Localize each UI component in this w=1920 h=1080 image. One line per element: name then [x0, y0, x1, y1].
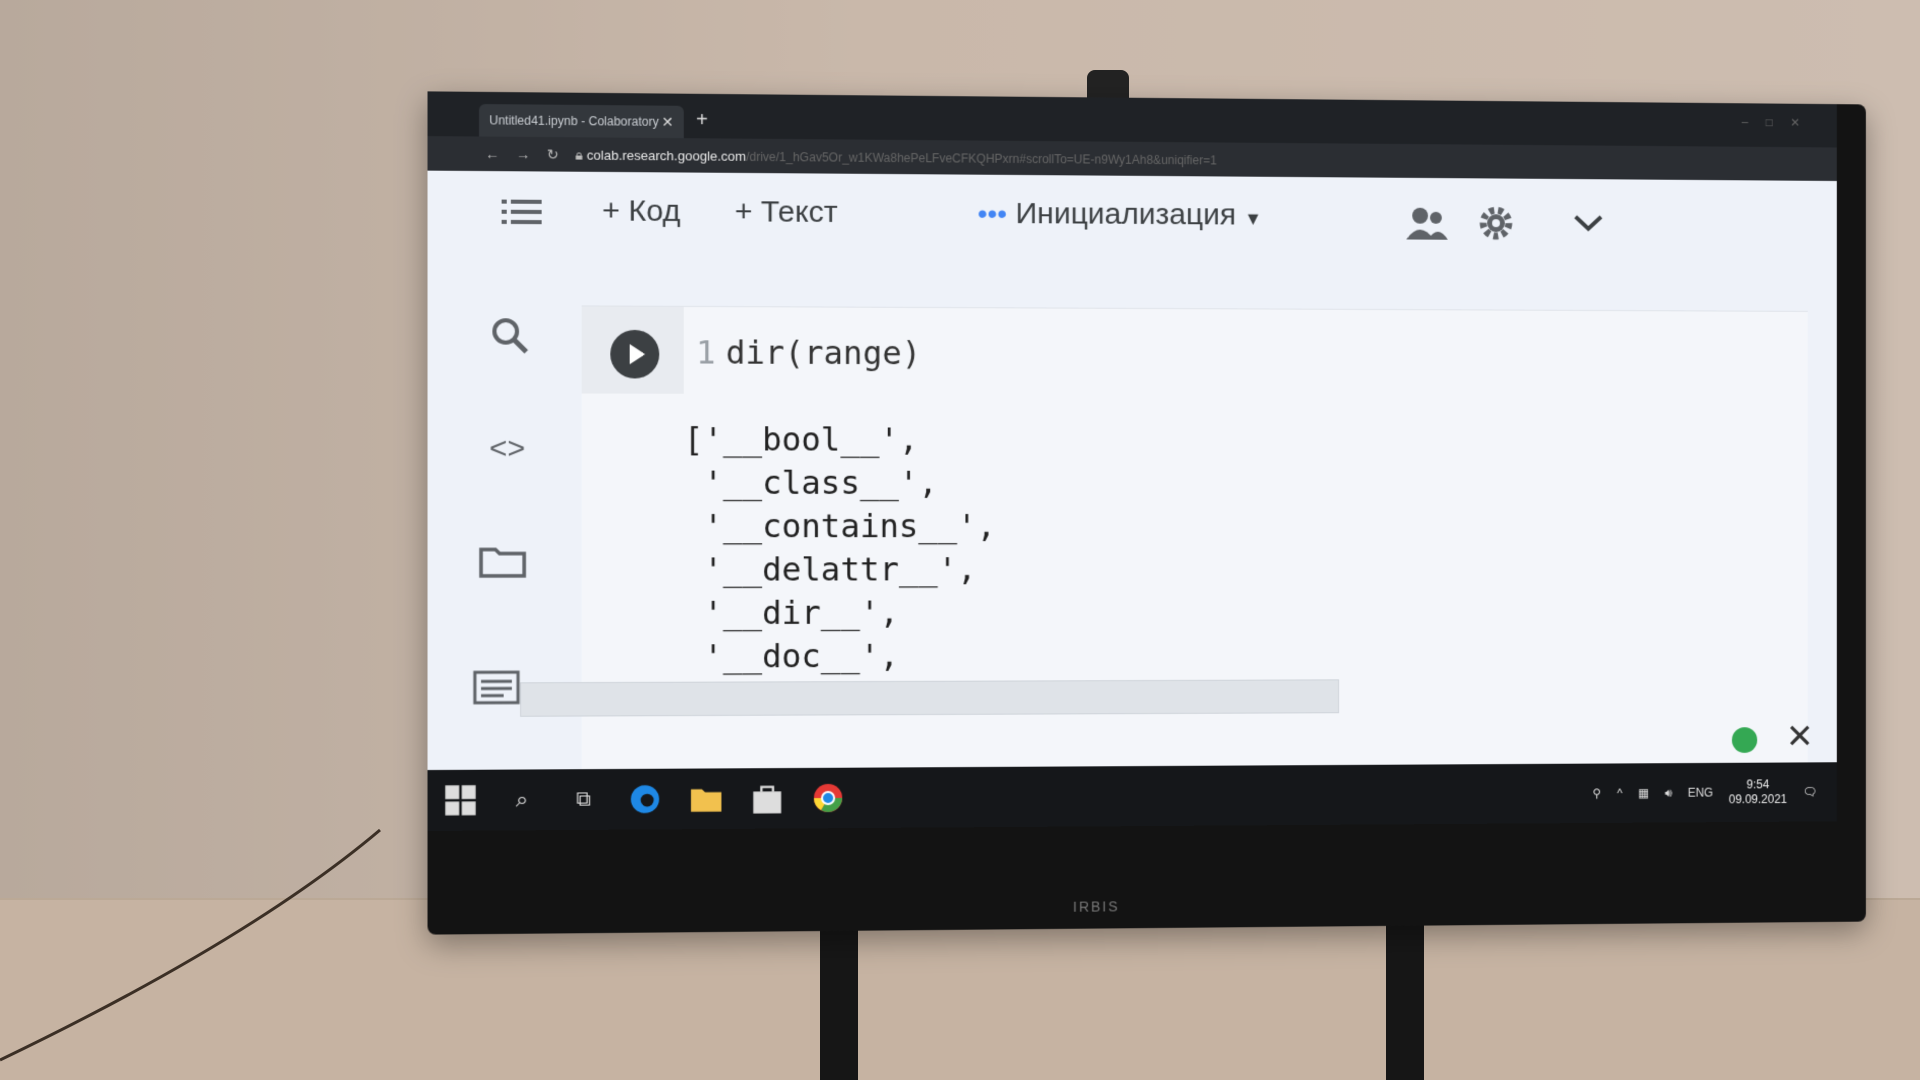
table-of-contents-icon[interactable] — [501, 198, 543, 227]
code-text: dir(range) — [725, 333, 922, 373]
screen: Untitled41.ipynb - Colaboratory ✕ + –□✕ … — [427, 91, 1837, 831]
status-bar: ✕ — [428, 705, 1837, 762]
notifications-icon[interactable]: 🗨︎ — [1803, 785, 1818, 799]
search-icon[interactable] — [489, 315, 530, 356]
chrome-icon[interactable] — [812, 782, 844, 814]
forward-icon[interactable]: → — [516, 146, 530, 162]
windows-start-icon[interactable] — [444, 784, 477, 817]
maximize-icon[interactable]: □ — [1766, 115, 1791, 129]
window-close-icon[interactable]: ✕ — [1790, 116, 1817, 130]
collapse-chevron-icon[interactable] — [1572, 213, 1605, 233]
clock-time: 9:54 — [1746, 777, 1770, 792]
lock-icon: 🔒︎ — [575, 145, 583, 163]
tray-chevron-icon[interactable]: ^ — [1617, 786, 1623, 800]
colab-toolbar: + Код + Текст ••• Инициализация ▼ — [428, 171, 1837, 266]
close-tab-icon[interactable]: ✕ — [662, 113, 674, 130]
code-snippets-icon[interactable]: <> — [489, 432, 525, 467]
clock-date: 09.09.2021 — [1728, 792, 1788, 807]
people-icon[interactable]: ⚲ — [1593, 786, 1602, 800]
run-cell-button[interactable] — [610, 329, 660, 379]
browser-tab[interactable]: Untitled41.ipynb - Colaboratory ✕ — [478, 104, 684, 139]
reload-icon[interactable]: ↻ — [547, 146, 559, 163]
runtime-status-button[interactable]: ••• Инициализация ▼ — [978, 197, 1262, 233]
volume-icon[interactable]: 🔊︎ — [1665, 785, 1672, 800]
tab-title: Untitled41.ipynb - Colaboratory — [489, 113, 659, 129]
status-dots-icon: ••• — [977, 197, 1008, 230]
line-number: 1 — [696, 333, 716, 372]
terminal-icon[interactable] — [473, 670, 520, 705]
folder-icon[interactable] — [479, 543, 526, 578]
stand-leg-right — [1386, 920, 1424, 1080]
share-users-icon[interactable] — [1404, 206, 1449, 242]
runtime-status: Инициализация — [1015, 197, 1236, 232]
close-icon[interactable]: ✕ — [1786, 717, 1814, 757]
cell-gutter — [581, 306, 684, 394]
power-cable — [0, 828, 381, 1062]
file-explorer-icon[interactable] — [690, 783, 723, 816]
store-icon[interactable] — [751, 782, 784, 814]
chevron-down-icon: ▼ — [1244, 208, 1262, 229]
window-controls: –□✕ — [1742, 115, 1818, 129]
windows-taskbar: ⌕ ⧉ ⚲ ^ ▦ 🔊︎ ENG 9:54 09.09.2021 🗨︎ — [427, 762, 1837, 831]
url-path: /drive/1_hGav5Or_w1KWa8hePeLFveCFKQHPxrn… — [746, 149, 1217, 167]
taskbar-search-icon[interactable]: ⌕ — [506, 784, 539, 817]
add-code-button[interactable]: + Код — [602, 194, 681, 229]
monitor: IRBIS Untitled41.ipynb - Colaboratory ✕ … — [427, 91, 1866, 935]
minimize-icon[interactable]: – — [1742, 115, 1766, 129]
back-icon[interactable]: ← — [485, 146, 499, 162]
edge-browser-icon[interactable] — [629, 783, 662, 816]
task-view-icon[interactable]: ⧉ — [567, 783, 600, 816]
url-field[interactable]: 🔒︎ colab.research.google.com/drive/1_hGa… — [575, 146, 1216, 168]
url-host: colab.research.google.com — [586, 146, 747, 164]
gear-icon[interactable] — [1475, 202, 1516, 244]
system-tray: ⚲ ^ ▦ 🔊︎ ENG 9:54 09.09.2021 🗨︎ — [1593, 762, 1818, 823]
code-line[interactable]: 1 dir(range) — [696, 333, 921, 372]
monitor-brand: IRBIS — [1072, 898, 1120, 915]
clock[interactable]: 9:54 09.09.2021 — [1729, 777, 1787, 807]
connection-status-icon[interactable] — [1731, 727, 1758, 753]
network-icon[interactable]: ▦ — [1638, 786, 1649, 800]
keyboard-language[interactable]: ENG — [1688, 786, 1713, 800]
add-text-button[interactable]: + Текст — [735, 195, 838, 230]
new-tab-icon[interactable]: + — [696, 109, 708, 132]
stand-leg-left — [820, 920, 858, 1080]
